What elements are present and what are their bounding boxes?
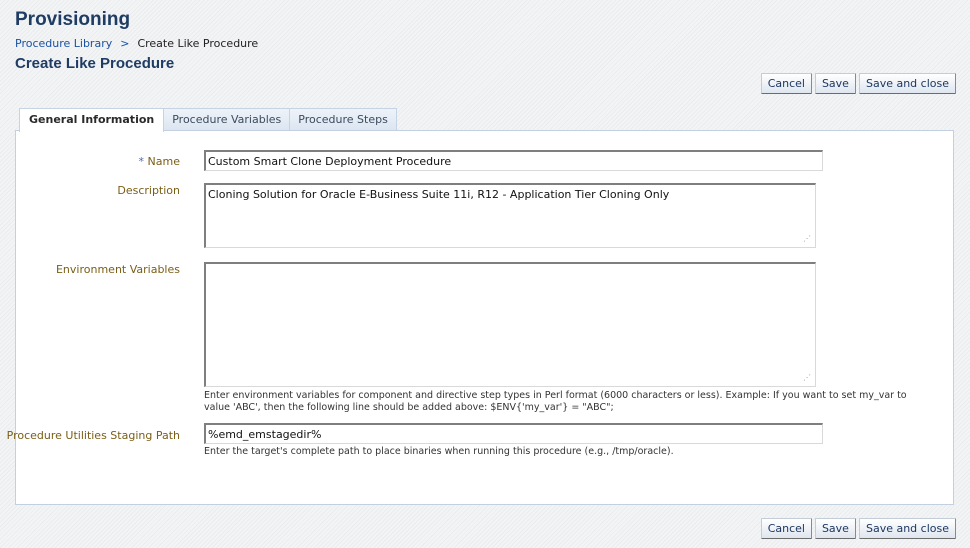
breadcrumb-separator: > xyxy=(120,37,130,50)
staging-path-label: Procedure Utilities Staging Path xyxy=(6,429,180,442)
breadcrumb: Procedure Library > Create Like Procedur… xyxy=(15,37,258,50)
tab-procedure-steps[interactable]: Procedure Steps xyxy=(290,108,397,131)
breadcrumb-current: Create Like Procedure xyxy=(137,37,259,50)
name-label-text: Name xyxy=(147,155,180,168)
bottom-action-bar: Cancel Save Save and close xyxy=(760,518,956,539)
staging-path-input[interactable] xyxy=(204,423,823,444)
cancel-button-bottom[interactable]: Cancel xyxy=(760,518,812,539)
save-and-close-button-bottom[interactable]: Save and close xyxy=(858,518,956,539)
environment-variables-hint: Enter environment variables for componen… xyxy=(204,390,907,414)
save-and-close-button[interactable]: Save and close xyxy=(858,73,956,94)
top-action-bar: Cancel Save Save and close xyxy=(760,73,956,94)
environment-variables-label: Environment Variables xyxy=(55,263,180,276)
environment-variables-hint-line-1: Enter environment variables for componen… xyxy=(204,390,907,401)
description-resize-grip-icon[interactable]: ⋰ xyxy=(803,235,811,243)
description-label: Description xyxy=(117,184,180,197)
save-button-bottom[interactable]: Save xyxy=(814,518,856,539)
staging-path-hint: Enter the target's complete path to plac… xyxy=(204,446,674,457)
tab-general-information[interactable]: General Information xyxy=(19,108,165,132)
name-input[interactable] xyxy=(204,150,823,171)
cancel-button[interactable]: Cancel xyxy=(760,73,812,94)
tab-procedure-variables[interactable]: Procedure Variables xyxy=(164,108,291,131)
environment-variables-resize-grip-icon[interactable]: ⋰ xyxy=(803,374,811,382)
environment-variables-textarea[interactable] xyxy=(204,262,816,387)
name-label: * Name xyxy=(139,155,180,168)
environment-variables-hint-line-2: value 'ABC', then the following line sho… xyxy=(204,402,614,413)
required-marker: * xyxy=(138,155,145,168)
breadcrumb-procedure-library[interactable]: Procedure Library xyxy=(15,37,112,50)
section-title: Create Like Procedure xyxy=(15,55,175,72)
description-textarea[interactable]: Cloning Solution for Oracle E-Business S… xyxy=(204,183,816,248)
page-title: Provisioning xyxy=(15,9,131,30)
tab-bar: General Information Procedure Variables … xyxy=(19,108,397,132)
save-button[interactable]: Save xyxy=(814,73,856,94)
general-information-panel: * Name Description Cloning Solution for … xyxy=(7,130,954,505)
